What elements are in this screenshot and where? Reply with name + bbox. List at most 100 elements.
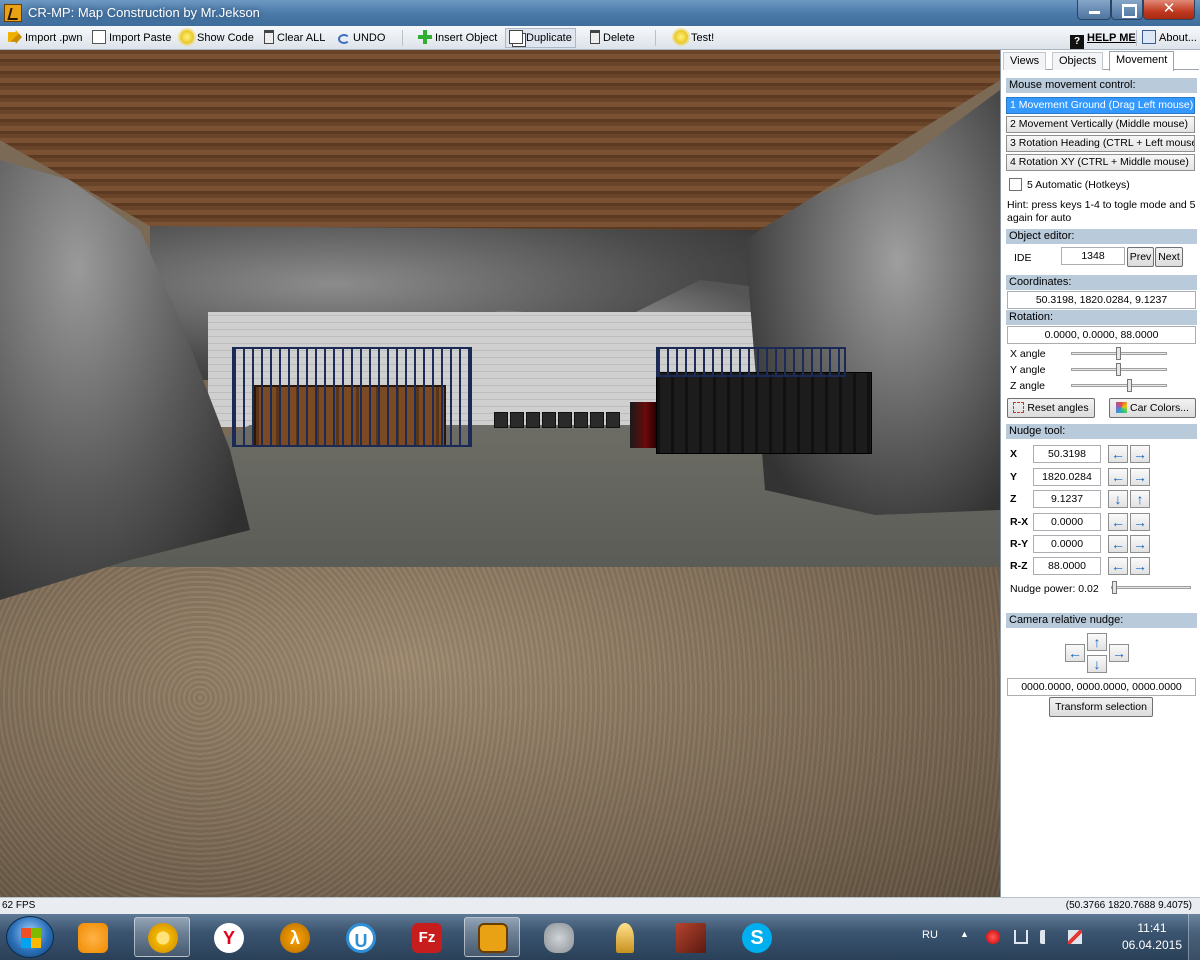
nudge-x-plus-button[interactable]: → [1130, 445, 1150, 463]
barrel[interactable] [606, 412, 620, 428]
clear-all-button[interactable]: Clear ALL [262, 29, 325, 47]
mode-rotation-heading[interactable]: 3 Rotation Heading (CTRL + Left mouse) [1006, 135, 1195, 152]
minimize-button[interactable] [1077, 0, 1111, 20]
close-button[interactable]: ✕ [1143, 0, 1195, 20]
nudge-power-slider[interactable] [1111, 581, 1191, 595]
taskbar-app[interactable]: Y [200, 917, 256, 957]
cage-left[interactable] [232, 347, 472, 447]
next-button[interactable]: Next [1155, 247, 1183, 267]
network-icon[interactable] [1014, 930, 1028, 944]
nudge-ry-minus-button[interactable]: ← [1108, 535, 1128, 553]
help-button[interactable]: ? HELP ME [1068, 29, 1136, 49]
taskbar-app[interactable] [64, 917, 120, 957]
nudge-z-input[interactable]: 9.1237 [1033, 490, 1101, 508]
slider-thumb[interactable] [1116, 363, 1121, 376]
barrel[interactable] [574, 412, 588, 428]
cage-right[interactable] [656, 347, 846, 377]
3d-viewport[interactable] [0, 50, 1000, 897]
y-angle-slider[interactable] [1071, 363, 1167, 377]
barrel[interactable] [558, 412, 572, 428]
taskbar-app[interactable]: λ [266, 917, 322, 957]
barrel[interactable] [526, 412, 540, 428]
ide-input[interactable]: 1348 [1061, 247, 1125, 265]
nudge-tool-header: Nudge tool: [1006, 424, 1197, 439]
camera-nudge-input[interactable]: 0000.0000, 0000.0000, 0000.0000 [1007, 678, 1196, 696]
coordinates-input[interactable]: 50.3198, 1820.0284, 9.1237 [1007, 291, 1196, 309]
nudge-rz-plus-button[interactable]: → [1130, 557, 1150, 575]
camera-down-button[interactable]: ↓ [1087, 655, 1107, 673]
nudge-x-minus-button[interactable]: ← [1108, 445, 1128, 463]
about-button[interactable]: About... [1140, 29, 1197, 47]
antivirus-tray-icon[interactable] [986, 930, 1000, 944]
prev-button[interactable]: Prev [1127, 247, 1154, 267]
tab-movement[interactable]: Movement [1109, 51, 1175, 71]
undo-button[interactable]: UNDO [336, 29, 385, 47]
mode-rotation-xy[interactable]: 4 Rotation XY (CTRL + Middle mouse) [1006, 154, 1195, 171]
about-label: About... [1159, 32, 1197, 44]
barrel[interactable] [590, 412, 604, 428]
slider-thumb[interactable] [1116, 347, 1121, 360]
car-colors-button[interactable]: Car Colors... [1109, 398, 1196, 418]
camera-right-button[interactable]: → [1109, 644, 1129, 662]
nudge-rx-input[interactable]: 0.0000 [1033, 513, 1101, 531]
barrel[interactable] [494, 412, 508, 428]
automatic-checkbox[interactable] [1009, 178, 1022, 191]
tab-views[interactable]: Views [1003, 52, 1047, 70]
language-indicator[interactable]: RU [922, 929, 938, 941]
tab-objects[interactable]: Objects [1052, 52, 1104, 70]
toolbar-separator [402, 30, 403, 46]
camera-up-button[interactable]: ↑ [1087, 633, 1107, 651]
slider-thumb[interactable] [1112, 581, 1117, 594]
import-paste-button[interactable]: Import Paste [90, 29, 171, 47]
nudge-ry-plus-button[interactable]: → [1130, 535, 1150, 553]
nudge-y-minus-button[interactable]: ← [1108, 468, 1128, 486]
camera-left-button[interactable]: ← [1065, 644, 1085, 662]
show-code-button[interactable]: Show Code [178, 29, 254, 47]
x-angle-label: X angle [1010, 348, 1046, 360]
z-angle-slider[interactable] [1071, 379, 1167, 393]
taskbar-app[interactable] [596, 917, 652, 957]
nudge-x-input[interactable]: 50.3198 [1033, 445, 1101, 463]
import-pwn-button[interactable]: Import .pwn [6, 29, 82, 47]
dirt-ground [0, 565, 1000, 897]
nudge-rx-minus-button[interactable]: ← [1108, 513, 1128, 531]
duplicate-button[interactable]: Duplicate [505, 28, 576, 48]
nudge-rx-plus-button[interactable]: → [1130, 513, 1150, 531]
insert-object-button[interactable]: Insert Object [416, 29, 497, 47]
maximize-button[interactable] [1111, 0, 1143, 20]
transform-selection-button[interactable]: Transform selection [1049, 697, 1153, 717]
action-center-flag-icon[interactable] [1068, 930, 1082, 944]
volume-icon[interactable] [1040, 930, 1054, 944]
title-bar[interactable]: CR-MP: Map Construction by Mr.Jekson ✕ [0, 0, 1200, 26]
taskbar-app[interactable]: S [728, 917, 784, 957]
nudge-z-minus-button[interactable]: ↓ [1108, 490, 1128, 508]
taskbar-app[interactable] [134, 917, 190, 957]
test-button[interactable]: Test! [672, 29, 714, 47]
nudge-y-input[interactable]: 1820.0284 [1033, 468, 1101, 486]
nudge-z-plus-button[interactable]: ↑ [1130, 490, 1150, 508]
red-object[interactable] [630, 402, 656, 448]
mode-movement-vertically[interactable]: 2 Movement Vertically (Middle mouse) [1006, 116, 1195, 133]
show-desktop-button[interactable] [1188, 914, 1200, 960]
start-button[interactable] [6, 916, 54, 958]
reset-angles-button[interactable]: Reset angles [1007, 398, 1095, 418]
taskbar-app[interactable] [530, 917, 586, 957]
nudge-y-plus-button[interactable]: → [1130, 468, 1150, 486]
show-hidden-icons-icon[interactable]: ▲ [960, 929, 974, 943]
slider-thumb[interactable] [1127, 379, 1132, 392]
x-angle-slider[interactable] [1071, 347, 1167, 361]
nudge-ry-input[interactable]: 0.0000 [1033, 535, 1101, 553]
nudge-rz-minus-button[interactable]: ← [1108, 557, 1128, 575]
barrel[interactable] [542, 412, 556, 428]
mode-movement-ground[interactable]: 1 Movement Ground (Drag Left mouse) [1006, 97, 1195, 114]
container-right[interactable] [656, 372, 872, 454]
nudge-rz-input[interactable]: 88.0000 [1033, 557, 1101, 575]
rotation-input[interactable]: 0.0000, 0.0000, 88.0000 [1007, 326, 1196, 344]
clock[interactable]: 11:41 06.04.2015 [1122, 920, 1182, 954]
taskbar-app[interactable]: U [332, 917, 388, 957]
taskbar-app[interactable] [464, 917, 520, 957]
barrel[interactable] [510, 412, 524, 428]
taskbar-app[interactable]: Fz [398, 917, 454, 957]
delete-button[interactable]: Delete [588, 29, 635, 47]
taskbar-app[interactable] [662, 917, 718, 957]
